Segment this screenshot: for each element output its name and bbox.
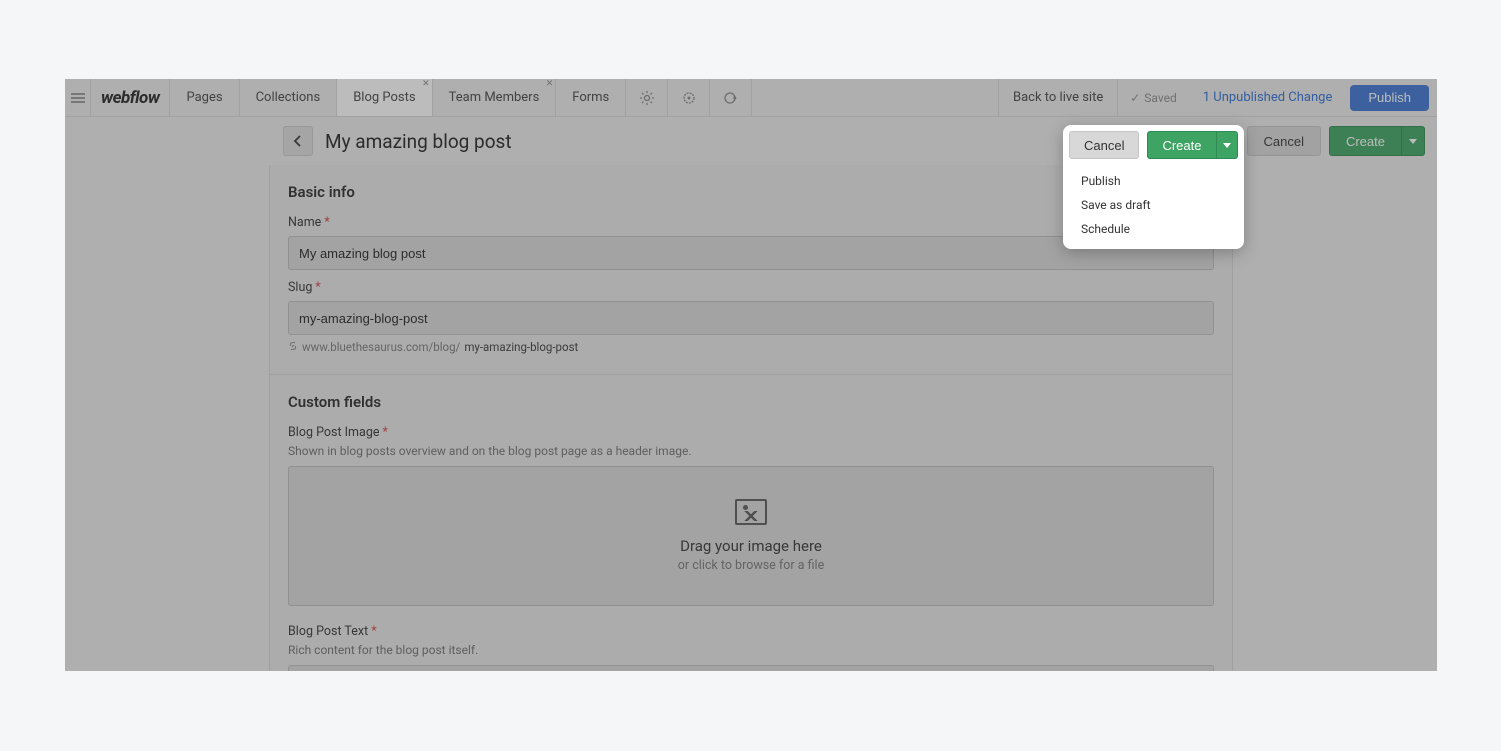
chevron-down-icon	[1409, 139, 1417, 144]
dropzone-text: Drag your image here	[680, 537, 822, 555]
required-marker: *	[324, 215, 329, 230]
arrow-left-icon	[291, 134, 305, 148]
required-marker: *	[371, 624, 376, 639]
menu-item-schedule[interactable]: Schedule	[1067, 217, 1240, 241]
back-to-live-site-link[interactable]: Back to live site	[998, 79, 1117, 116]
check-icon: ✓	[1130, 91, 1140, 105]
popover-header: Cancel Create	[1067, 129, 1240, 161]
chevron-down-icon	[1223, 143, 1231, 148]
tab-team-members[interactable]: Team Members ✕	[433, 79, 557, 116]
create-button[interactable]: Create	[1147, 131, 1215, 159]
tab-blog-posts[interactable]: Blog Posts ✕	[337, 79, 432, 116]
cancel-button[interactable]: Cancel	[1247, 126, 1321, 156]
custom-fields-section: Custom fields Blog Post Image* Shown in …	[270, 375, 1232, 671]
close-icon[interactable]: ✕	[422, 80, 430, 89]
publish-button[interactable]: Publish	[1350, 85, 1429, 111]
slug-url-hint: www.bluethesaurus.com/blog/my-amazing-bl…	[288, 340, 1214, 354]
tab-label: Team Members	[449, 90, 540, 105]
section-title: Custom fields	[288, 393, 1214, 411]
link-icon	[288, 340, 298, 354]
hamburger-icon[interactable]	[65, 79, 91, 116]
text-help: Rich content for the blog post itself.	[288, 643, 1214, 657]
back-button[interactable]	[283, 126, 313, 156]
required-marker: *	[315, 280, 320, 295]
menu-item-publish[interactable]: Publish	[1067, 169, 1240, 193]
text-label: Blog Post Text*	[288, 624, 1214, 639]
image-label: Blog Post Image*	[288, 425, 1214, 440]
tab-collections[interactable]: Collections	[240, 79, 338, 116]
dropzone-subtext: or click to browse for a file	[678, 558, 824, 573]
saved-status: ✓ Saved	[1117, 79, 1189, 116]
create-button[interactable]: Create	[1329, 126, 1401, 156]
cancel-button[interactable]: Cancel	[1069, 131, 1139, 159]
tab-pages[interactable]: Pages	[170, 79, 239, 116]
topbar-right: Back to live site ✓ Saved 1 Unpublished …	[998, 79, 1437, 116]
slug-input[interactable]	[288, 301, 1214, 335]
webflow-logo[interactable]: webflow	[91, 79, 170, 116]
create-button-group: Create	[1147, 131, 1237, 159]
publish-queue-icon[interactable]	[710, 79, 752, 116]
rich-text-input[interactable]	[288, 665, 1214, 671]
unpublished-changes-link[interactable]: 1 Unpublished Change	[1189, 79, 1347, 116]
slug-label: Slug*	[288, 280, 1214, 295]
tab-label: Forms	[572, 90, 609, 105]
menu-item-save-draft[interactable]: Save as draft	[1067, 193, 1240, 217]
create-options-menu: Publish Save as draft Schedule	[1067, 165, 1240, 245]
image-placeholder-icon	[735, 499, 767, 525]
close-icon[interactable]: ✕	[546, 80, 554, 89]
tab-label: Collections	[256, 90, 321, 105]
required-marker: *	[382, 425, 387, 440]
tab-label: Pages	[186, 90, 222, 105]
settings-alt-icon[interactable]	[668, 79, 710, 116]
create-dropdown-toggle[interactable]	[1401, 126, 1425, 156]
create-dropdown-toggle[interactable]	[1216, 131, 1238, 159]
tab-forms[interactable]: Forms	[556, 79, 626, 116]
create-button-group: Create	[1329, 126, 1425, 156]
create-dropdown-popover: Cancel Create Publish Save as draft Sche…	[1063, 125, 1244, 249]
gear-icon[interactable]	[626, 79, 668, 116]
saved-label: Saved	[1144, 91, 1176, 105]
image-dropzone[interactable]: Drag your image here or click to browse …	[288, 466, 1214, 606]
tab-label: Blog Posts	[353, 90, 415, 105]
top-bar: webflow Pages Collections Blog Posts ✕ T…	[65, 79, 1437, 117]
image-help: Shown in blog posts overview and on the …	[288, 444, 1214, 458]
